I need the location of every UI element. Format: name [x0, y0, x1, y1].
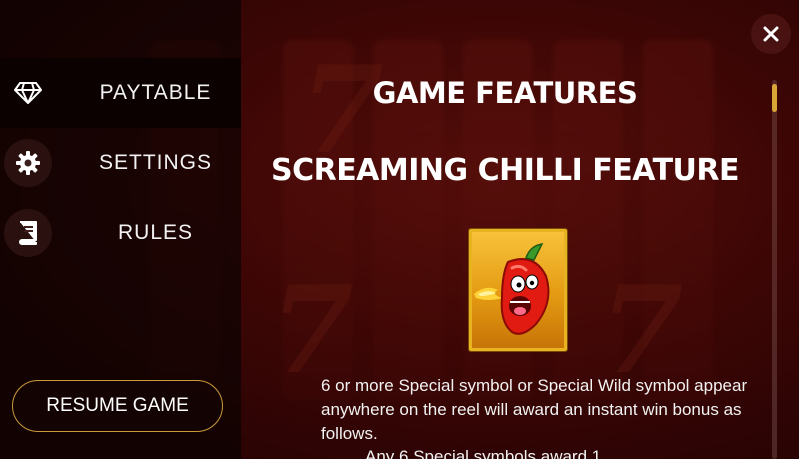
paytable-content: GAME FEATURES SCREAMING CHILLI FEATURE 6…	[241, 0, 799, 459]
feature-title: SCREAMING CHILLI FEATURE	[270, 153, 740, 188]
screaming-chilli-symbol	[469, 229, 567, 351]
side-menu: PAYTABLE SETTINGS RULES RESUME GAME	[0, 0, 241, 459]
scrollbar-thumb[interactable]	[772, 84, 777, 112]
diamond-icon	[4, 69, 52, 117]
side-menu-top	[0, 0, 241, 58]
page-title: GAME FEATURES	[372, 76, 638, 110]
menu-item-settings[interactable]: SETTINGS	[0, 128, 241, 198]
menu-item-label: PAYTABLE	[99, 81, 212, 104]
menu-item-paytable[interactable]: PAYTABLE	[0, 58, 241, 128]
book-icon	[4, 209, 52, 257]
resume-game-button[interactable]: RESUME GAME	[12, 380, 223, 432]
scrollbar[interactable]	[772, 80, 777, 459]
feature-description: 6 or more Special symbol or Special Wild…	[321, 376, 748, 443]
feature-list-item: Any 6 Special symbols award 1...	[365, 447, 616, 459]
close-icon[interactable]	[751, 14, 791, 54]
gear-icon	[4, 139, 52, 187]
menu-item-label: SETTINGS	[98, 151, 212, 174]
menu-item-rules[interactable]: RULES	[0, 198, 241, 268]
menu-item-label: RULES	[117, 221, 194, 244]
